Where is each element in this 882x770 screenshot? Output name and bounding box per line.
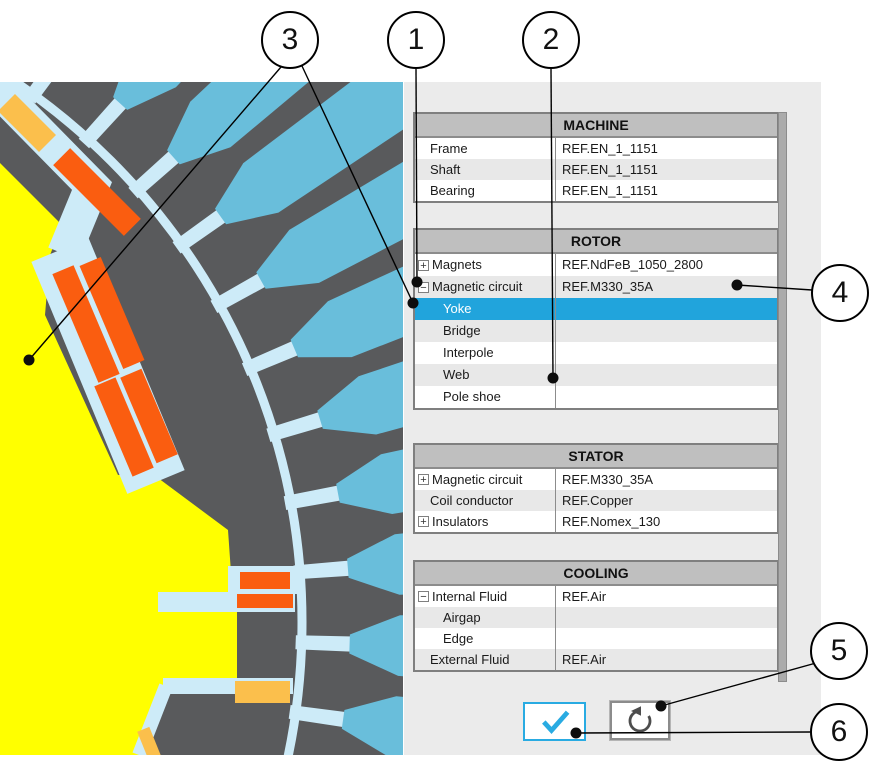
machine-table-header: MACHINE — [415, 114, 777, 138]
callout-1: 1 — [387, 11, 445, 69]
table-row-pole-shoe[interactable]: Pole shoe — [415, 386, 777, 408]
table-row-internal-fluid[interactable]: −Internal FluidREF.Air — [415, 586, 777, 607]
collapse-icon[interactable]: − — [418, 591, 429, 602]
expand-icon[interactable]: + — [418, 260, 429, 271]
callout-6: 6 — [810, 703, 868, 761]
table-row-frame[interactable]: FrameREF.EN_1_1151 — [415, 138, 777, 159]
cooling-table-header: COOLING — [415, 562, 777, 586]
table-row-web[interactable]: Web — [415, 364, 777, 386]
rotor-table-header: ROTOR — [415, 230, 777, 254]
table-row-magnets[interactable]: +MagnetsREF.NdFeB_1050_2800 — [415, 254, 777, 276]
callout-5: 5 — [810, 622, 868, 680]
panel-scrollbar[interactable] — [778, 112, 787, 682]
collapse-icon[interactable]: − — [418, 282, 429, 293]
materials-panel: MACHINE FrameREF.EN_1_1151 ShaftREF.EN_1… — [404, 82, 821, 755]
table-row-external-fluid[interactable]: External FluidREF.Air — [415, 649, 777, 670]
table-row-yoke-selected[interactable]: Yoke — [415, 298, 777, 320]
table-row-edge[interactable]: Edge — [415, 628, 777, 649]
app-window: { "callouts": { "labels": ["1", "2", "3"… — [0, 0, 882, 770]
cooling-table: COOLING −Internal FluidREF.Air Airgap Ed… — [413, 560, 779, 672]
callout-3: 3 — [261, 11, 319, 69]
machine-table: MACHINE FrameREF.EN_1_1151 ShaftREF.EN_1… — [413, 112, 779, 203]
table-row-stator-magnetic-circuit[interactable]: +Magnetic circuitREF.M330_35A — [415, 469, 777, 490]
table-row-coil-conductor[interactable]: Coil conductorREF.Copper — [415, 490, 777, 511]
magnet-orange — [240, 572, 290, 589]
callout-4: 4 — [811, 264, 869, 322]
expand-icon[interactable]: + — [418, 474, 429, 485]
confirm-button[interactable] — [523, 702, 586, 741]
expand-icon[interactable]: + — [418, 516, 429, 527]
table-row-interpole[interactable]: Interpole — [415, 342, 777, 364]
table-row-bearing[interactable]: BearingREF.EN_1_1151 — [415, 180, 777, 201]
table-row-shaft[interactable]: ShaftREF.EN_1_1151 — [415, 159, 777, 180]
magnet-orange — [237, 594, 293, 608]
rotor-table: ROTOR +MagnetsREF.NdFeB_1050_2800 −Magne… — [413, 228, 779, 410]
reset-arrow-icon — [624, 705, 656, 737]
stator-table: STATOR +Magnetic circuitREF.M330_35A Coi… — [413, 443, 779, 534]
table-row-airgap[interactable]: Airgap — [415, 607, 777, 628]
stator-table-header: STATOR — [415, 445, 777, 469]
reset-button[interactable] — [610, 701, 670, 740]
motor-cross-section-image — [0, 82, 403, 755]
magnet-amber — [235, 681, 290, 703]
table-row-bridge[interactable]: Bridge — [415, 320, 777, 342]
table-row-magnetic-circuit[interactable]: −Magnetic circuitREF.M330_35A — [415, 276, 777, 298]
callout-2: 2 — [522, 11, 580, 69]
table-row-insulators[interactable]: +InsulatorsREF.Nomex_130 — [415, 511, 777, 532]
check-icon — [537, 708, 573, 736]
